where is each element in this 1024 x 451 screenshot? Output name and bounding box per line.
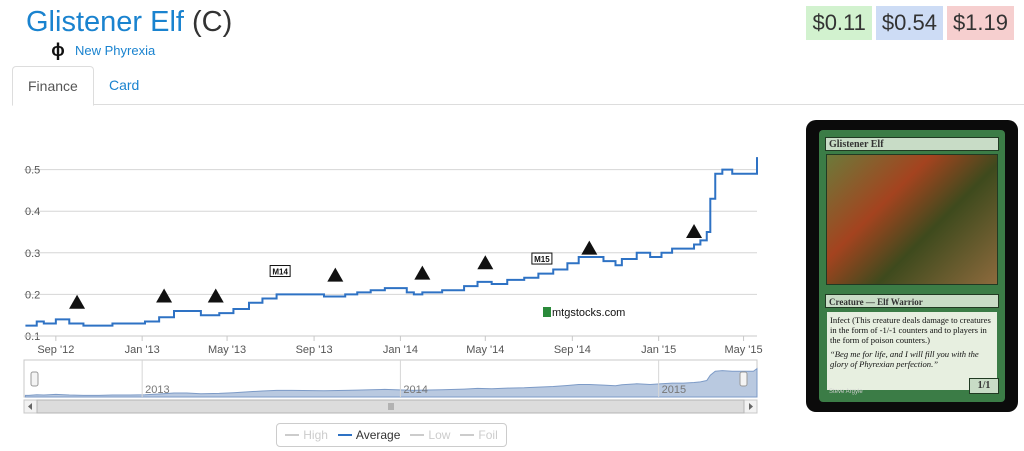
tab-bar: Finance Card — [12, 66, 1024, 106]
x-tick-label: Jan '13 — [125, 344, 160, 356]
card-art — [826, 154, 998, 285]
x-tick-label: Sep '13 — [296, 344, 333, 356]
navigator-year-label: 2013 — [145, 384, 169, 396]
average-price-badge: $0.54 — [875, 6, 943, 40]
y-tick-label: 0.1 — [25, 331, 40, 343]
set-marker-icon — [69, 294, 86, 309]
x-tick-label: Sep '12 — [37, 344, 74, 356]
card-power-toughness: 1/1 — [969, 378, 999, 394]
navigator-year-label: 2015 — [662, 384, 686, 396]
set-marker-label: M14 — [272, 268, 288, 277]
watermark-logo — [543, 307, 551, 317]
card-artist: Steve Argyle — [829, 389, 863, 395]
card-flavor-text: “Beg me for life, and I will fill you wi… — [830, 349, 979, 369]
tab-finance[interactable]: Finance — [12, 66, 94, 106]
card-name-link[interactable]: Glistener Elf — [26, 6, 184, 38]
y-tick-label: 0.4 — [25, 206, 40, 218]
x-tick-label: Sep '14 — [554, 344, 591, 356]
legend-item-foil[interactable]: Foil — [460, 428, 498, 442]
low-price-badge: $0.11 — [806, 6, 872, 40]
rarity-label: (C) — [192, 6, 233, 38]
chart-legend: High Average Low Foil — [276, 423, 507, 447]
x-tick-label: Jan '15 — [641, 344, 676, 356]
set-marker-icon — [156, 288, 173, 303]
navigator-handle-left — [30, 371, 39, 387]
tab-card[interactable]: Card — [94, 66, 154, 104]
x-tick-label: May '13 — [208, 344, 246, 356]
set-marker-icon — [686, 224, 703, 238]
x-tick-label: May '15 — [724, 344, 762, 356]
watermark-text: mtgstocks.com — [552, 307, 625, 319]
set-name-link[interactable]: New Phyrexia — [75, 43, 155, 58]
card-image: Glistener Elf Creature — Elf Warrior Inf… — [806, 120, 1018, 412]
average-price-line — [25, 157, 758, 327]
card-rules-text: Infect (This creature deals damage to cr… — [830, 315, 991, 345]
legend-item-high[interactable]: High — [285, 428, 328, 442]
set-marker-icon — [414, 265, 431, 280]
x-tick-label: May '14 — [466, 344, 504, 356]
set-marker-label: M15 — [534, 255, 550, 264]
page-title: Glistener Elf (C) — [26, 4, 232, 40]
card-body: Glistener Elf Creature — Elf Warrior Inf… — [819, 130, 1005, 402]
navigator-handle-right — [739, 371, 748, 387]
set-marker-icon — [581, 240, 598, 255]
legend-item-average[interactable]: Average — [337, 428, 400, 442]
set-symbol-icon: ϕ — [51, 39, 65, 60]
price-history-chart[interactable]: 0.1 0.2 0.3 0.4 0.5 Sep '12 Jan '13 May '13 Sep … — [0, 108, 780, 418]
set-marker-icon — [477, 255, 494, 270]
card-type-line: Creature — Elf Warrior — [825, 294, 999, 308]
y-tick-label: 0.5 — [25, 165, 40, 177]
y-tick-label: 0.2 — [25, 289, 40, 301]
y-tick-label: 0.3 — [25, 248, 40, 260]
set-row: ϕ New Phyrexia — [49, 39, 155, 60]
set-marker-icon — [327, 267, 344, 282]
x-tick-label: Jan '14 — [383, 344, 418, 356]
price-badges: $0.11 $0.54 $1.19 — [806, 6, 1014, 40]
navigator-year-label: 2014 — [403, 384, 427, 396]
high-price-badge: $1.19 — [946, 6, 1014, 40]
legend-item-low[interactable]: Low — [410, 428, 450, 442]
card-title-bar: Glistener Elf — [825, 137, 999, 151]
set-marker-icon — [207, 288, 224, 303]
